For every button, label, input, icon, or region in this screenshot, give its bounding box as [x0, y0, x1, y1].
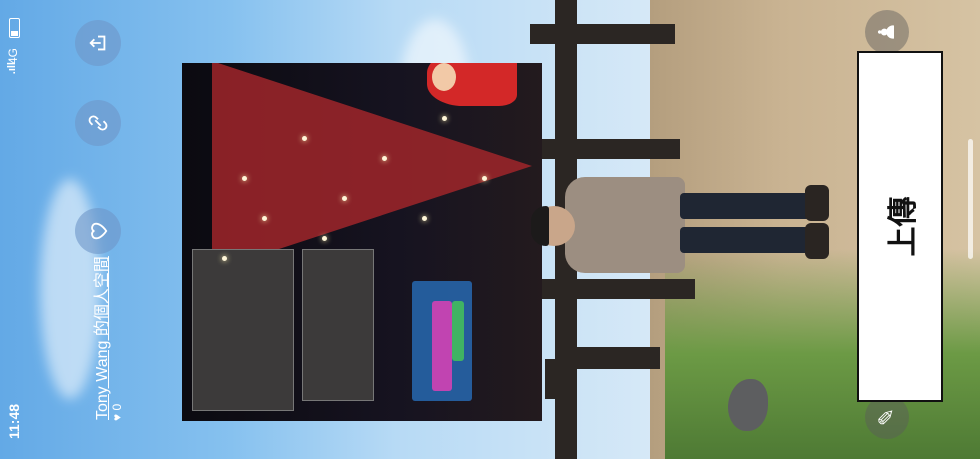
link-icon	[88, 115, 108, 131]
battery-icon	[9, 18, 20, 38]
tree-light	[262, 216, 267, 221]
network-label: 4G	[6, 48, 20, 65]
avatar-icon: ♟	[874, 22, 899, 42]
tree-light	[382, 156, 387, 161]
tree-light	[482, 176, 487, 181]
rock	[728, 379, 768, 431]
space-title-link[interactable]: Tony Wang 的個人空間	[88, 256, 112, 420]
likes-count: ♥ 0	[110, 403, 124, 421]
heart-icon	[91, 222, 108, 240]
scene-viewport[interactable]: 11:48 .ıll 4G Tony Wang 的個人空間 ♥ 0 ♟ ✎ 上傳	[0, 0, 980, 459]
neon-lights	[432, 301, 452, 391]
avatar-shoe	[805, 185, 829, 221]
avatar-settings-button[interactable]: ♟	[865, 10, 909, 54]
tree-light	[442, 116, 447, 121]
likes-count-value: 0	[110, 403, 124, 411]
avatar-shoe	[805, 223, 829, 259]
upload-button[interactable]: 上傳	[857, 51, 943, 402]
tree-light	[302, 136, 307, 141]
share-icon	[89, 35, 106, 51]
tree-light	[322, 236, 327, 241]
building-sign	[302, 249, 374, 401]
status-bar: 11:48 .ıll 4G	[0, 0, 30, 459]
fence-rail	[530, 139, 680, 159]
avatar-hair	[531, 206, 549, 246]
status-time: 11:48	[6, 403, 22, 439]
avatar-leg	[680, 227, 810, 253]
christmas-photo[interactable]	[182, 63, 542, 421]
home-indicator[interactable]	[968, 139, 973, 259]
santa-face	[432, 63, 456, 91]
tree-light	[222, 256, 227, 261]
building-sign	[192, 249, 294, 411]
avatar-leg	[680, 193, 810, 219]
tree-light	[342, 196, 347, 201]
tree-light	[242, 176, 247, 181]
fence-rail	[530, 24, 675, 44]
neon-lights	[452, 301, 464, 361]
like-button[interactable]	[75, 208, 121, 254]
tree-light	[422, 216, 427, 221]
mic-icon: ✎	[874, 407, 899, 427]
avatar-body	[565, 177, 685, 273]
link-button[interactable]	[75, 100, 121, 146]
share-button[interactable]	[75, 20, 121, 66]
upload-label: 上傳	[887, 196, 920, 257]
